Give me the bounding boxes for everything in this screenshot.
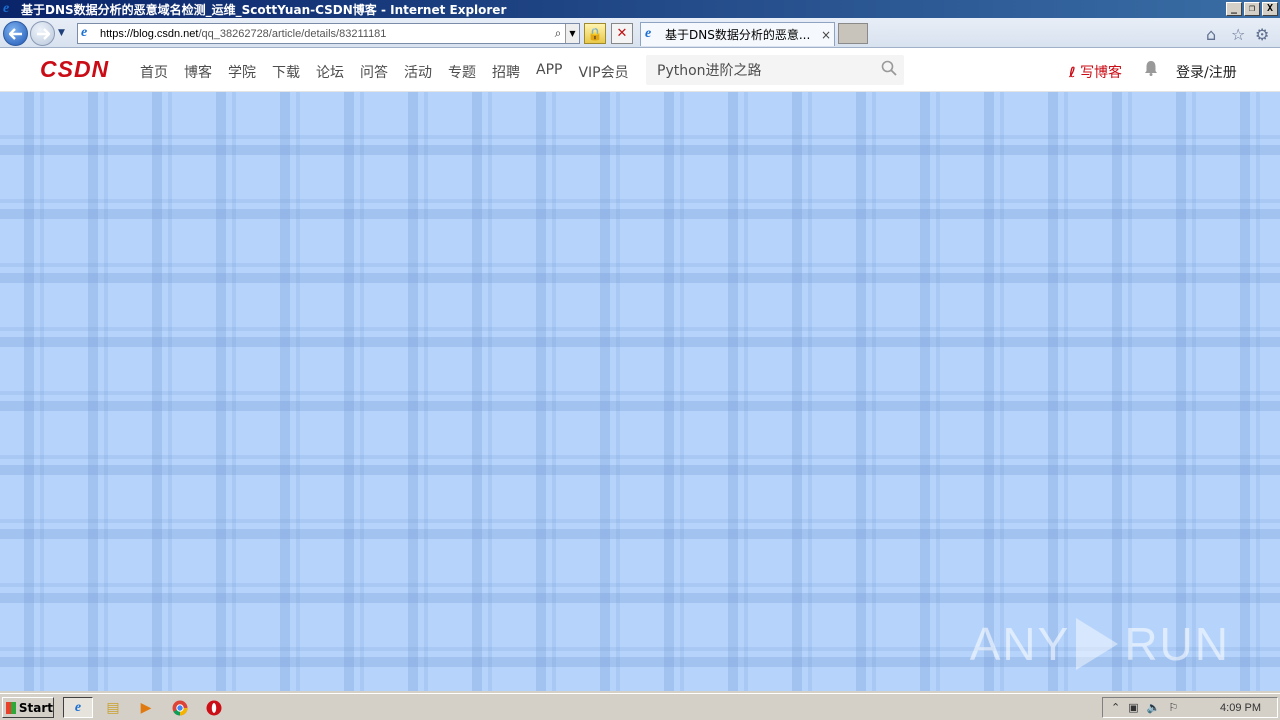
network-icon[interactable]: ▣ bbox=[1128, 701, 1138, 714]
nav-item-topics[interactable]: 专题 bbox=[448, 62, 476, 82]
watermark-left: ANY bbox=[969, 618, 1071, 670]
stop-button[interactable]: ✕ bbox=[611, 23, 633, 44]
browser-tab[interactable]: e 基于DNS数据分析的恶意... × bbox=[640, 22, 835, 46]
page-favicon-icon: e bbox=[81, 24, 88, 40]
csdn-nav: 首页 博客 学院 下载 论坛 问答 活动 专题 招聘 APP VIP会员 bbox=[140, 62, 645, 82]
nav-item-jobs[interactable]: 招聘 bbox=[492, 62, 520, 82]
search-glyph-icon bbox=[881, 60, 897, 76]
nav-item-events[interactable]: 活动 bbox=[404, 62, 432, 82]
start-label: Start bbox=[18, 700, 53, 715]
nav-item-home[interactable]: 首页 bbox=[140, 62, 168, 82]
nav-item-forum[interactable]: 论坛 bbox=[316, 62, 344, 82]
write-blog-label: 写博客 bbox=[1080, 65, 1123, 81]
nav-item-blog[interactable]: 博客 bbox=[184, 62, 212, 82]
arrow-right-icon bbox=[36, 27, 50, 40]
magnifier-icon[interactable] bbox=[874, 60, 904, 80]
window-title-bar: e 基于DNS数据分析的恶意域名检测_运维_ScottYuan-CSDN博客 -… bbox=[0, 0, 1280, 18]
chrome-logo-icon bbox=[172, 700, 188, 715]
lock-icon[interactable]: 🔒 bbox=[584, 23, 606, 44]
windows-flag-icon bbox=[6, 701, 16, 714]
anyrun-watermark: ANY RUN bbox=[970, 617, 1230, 671]
taskbar-opera-icon[interactable] bbox=[199, 697, 229, 718]
bell-icon[interactable] bbox=[1144, 60, 1158, 80]
taskbar-media-player-icon[interactable]: ▶ bbox=[131, 697, 161, 718]
notification-bell-icon bbox=[1145, 61, 1157, 76]
volume-icon[interactable]: 🔈 bbox=[1147, 701, 1161, 714]
clock[interactable]: 4:09 PM bbox=[1220, 702, 1261, 714]
nav-item-academy[interactable]: 学院 bbox=[228, 62, 256, 82]
restore-button[interactable]: ❐ bbox=[1244, 2, 1260, 16]
taskbar-folder-icon[interactable]: ▤ bbox=[98, 697, 128, 718]
nav-item-vip[interactable]: VIP会员 bbox=[578, 62, 628, 82]
opera-logo-icon bbox=[206, 700, 222, 715]
taskbar-ie-icon[interactable]: e bbox=[63, 697, 93, 718]
action-center-flag-icon[interactable]: ⚐ bbox=[1168, 701, 1178, 714]
forward-button[interactable] bbox=[30, 21, 55, 46]
write-blog-button[interactable]: ℓ 写博客 bbox=[1069, 62, 1122, 82]
tab-favicon-icon: e bbox=[645, 25, 652, 41]
minimize-button[interactable]: _ bbox=[1226, 2, 1242, 16]
settings-gear-icon[interactable]: ⚙ bbox=[1255, 25, 1269, 44]
url-host: https://blog.csdn.net bbox=[100, 27, 199, 40]
taskbar-chrome-icon[interactable] bbox=[165, 697, 195, 718]
watermark-right: RUN bbox=[1124, 618, 1230, 670]
play-icon bbox=[1076, 618, 1119, 670]
url-path: /qq_38262728/article/details/83211181 bbox=[198, 27, 387, 40]
history-dropdown-icon[interactable]: ▼ bbox=[58, 28, 65, 38]
csdn-search-box[interactable]: Python进阶之路 bbox=[646, 55, 904, 85]
start-button[interactable]: Start bbox=[2, 697, 54, 718]
nav-item-qa[interactable]: 问答 bbox=[360, 62, 388, 82]
browser-toolbar: ▼ e https://blog.csdn.net/qq_38262728/ar… bbox=[0, 18, 1280, 48]
close-button[interactable]: X bbox=[1262, 2, 1278, 16]
stop-icon: ✕ bbox=[616, 26, 628, 41]
address-bar[interactable]: e https://blog.csdn.net/qq_38262728/arti… bbox=[77, 23, 580, 44]
search-input[interactable]: Python进阶之路 bbox=[646, 60, 874, 80]
tab-close-icon[interactable]: × bbox=[818, 28, 834, 42]
csdn-header: CSDN 首页 博客 学院 下载 论坛 问答 活动 专题 招聘 APP VIP会… bbox=[0, 48, 1280, 92]
system-tray: ⌃ ▣ 🔈 ⚐ 4:09 PM bbox=[1102, 697, 1278, 718]
ie-logo-icon: e bbox=[3, 1, 10, 16]
back-button[interactable] bbox=[3, 21, 28, 46]
nav-item-download[interactable]: 下载 bbox=[272, 62, 300, 82]
search-icon[interactable]: ⌕ bbox=[551, 26, 565, 41]
window-title: 基于DNS数据分析的恶意域名检测_运维_ScottYuan-CSDN博客 - I… bbox=[21, 2, 507, 17]
page-background: ANY RUN bbox=[0, 92, 1280, 691]
tray-expand-icon[interactable]: ⌃ bbox=[1111, 701, 1120, 714]
nav-item-app[interactable]: APP bbox=[536, 62, 562, 82]
home-icon[interactable]: ⌂ bbox=[1206, 25, 1216, 44]
arrow-left-icon bbox=[8, 27, 22, 40]
login-register-link[interactable]: 登录/注册 bbox=[1176, 62, 1237, 82]
address-url[interactable]: https://blog.csdn.net/qq_38262728/articl… bbox=[100, 28, 551, 40]
tab-label: 基于DNS数据分析的恶意... bbox=[665, 28, 811, 42]
csdn-logo[interactable]: CSDN bbox=[40, 56, 109, 83]
lock-glyph: 🔒 bbox=[587, 26, 603, 41]
taskbar: Start e ▤ ▶ ⌃ ▣ 🔈 ⚐ 4:09 PM bbox=[0, 693, 1280, 720]
pen-icon: ℓ bbox=[1069, 65, 1076, 81]
address-dropdown-icon[interactable]: ▼ bbox=[565, 24, 579, 43]
favorites-star-icon[interactable]: ☆ bbox=[1231, 25, 1245, 44]
new-tab-button[interactable] bbox=[838, 23, 868, 44]
